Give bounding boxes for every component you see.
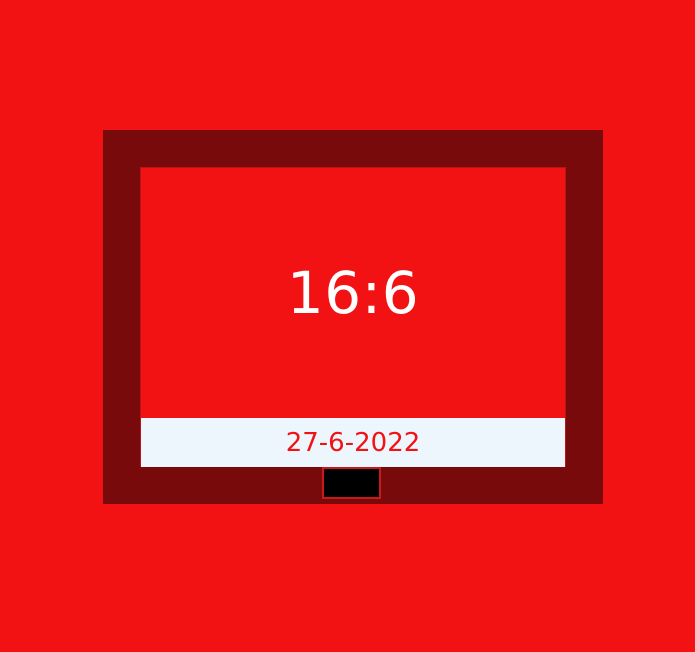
clock-date: 27-6-2022 (285, 427, 421, 458)
clock-time: 16:6 (286, 259, 420, 327)
clock-screen: 16:6 27-6-2022 (140, 167, 566, 467)
display-stand-icon (322, 467, 381, 499)
clock-display-frame: 16:6 27-6-2022 (103, 130, 603, 504)
clock-date-bar: 27-6-2022 (141, 418, 565, 467)
